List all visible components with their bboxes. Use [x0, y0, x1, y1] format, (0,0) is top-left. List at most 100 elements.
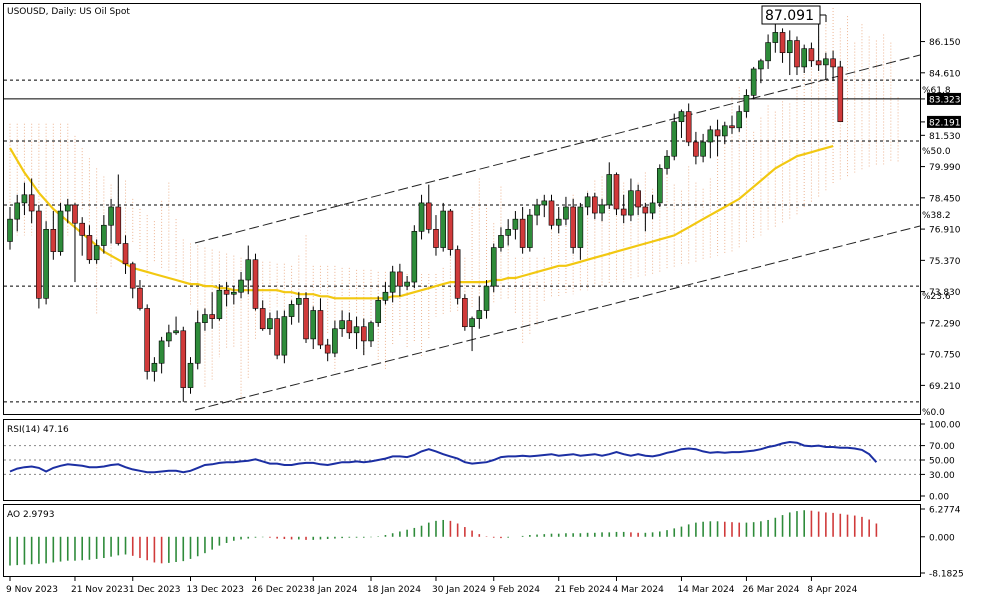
date-tick-label: 30 Jan 2024 — [432, 585, 486, 595]
rsi-tick-label: 50.00 — [929, 457, 955, 467]
bull-candle — [440, 210, 447, 248]
bear-candle — [462, 298, 468, 328]
bull-candle — [512, 218, 519, 230]
bull-candle — [584, 196, 591, 208]
bear-candle — [122, 243, 129, 265]
ao-title: AO 2.9793 — [7, 510, 54, 520]
bear-candle — [685, 111, 692, 143]
bull-candle — [541, 200, 548, 206]
rsi-title: RSI(14) 47.16 — [7, 425, 69, 435]
bear-candle — [519, 218, 526, 248]
date-tick-label: 4 Mar 2024 — [612, 585, 664, 595]
channel-upper-line — [194, 54, 921, 244]
bull-candle — [664, 155, 670, 169]
fib-level-label: %38.2 — [922, 211, 951, 221]
bear-candle — [115, 206, 122, 244]
bear-candle — [642, 206, 649, 214]
bull-candle — [310, 310, 317, 340]
rsi-line — [9, 440, 878, 474]
bear-candle — [794, 40, 800, 68]
bear-candle — [317, 310, 324, 346]
bull-candle — [707, 129, 714, 143]
rsi-panel: 100.00 70.00 50.00 30.00 0.00 — [4, 421, 961, 503]
bull-candle — [14, 202, 21, 220]
bull-candle — [158, 340, 165, 364]
fib-level-label: %50.0 — [922, 147, 951, 157]
bull-candle — [202, 314, 208, 323]
price-tick-label: 70.750 — [929, 351, 961, 361]
bear-candle — [360, 326, 367, 342]
bear-candle — [570, 206, 576, 248]
bear-candle — [252, 259, 259, 309]
bull-candle — [173, 330, 179, 334]
date-tick-label: 26 Dec 2023 — [251, 585, 308, 595]
bear-candle — [79, 222, 85, 236]
bear-candle — [693, 141, 699, 157]
main-pane-frame — [3, 3, 921, 415]
date-tick-label: 21 Nov 2023 — [71, 585, 129, 595]
bull-candle — [534, 204, 540, 216]
bull-candle — [628, 190, 634, 216]
bull-candle — [7, 218, 13, 242]
bull-candle — [353, 326, 360, 334]
bear-candle — [425, 202, 432, 230]
bull-candle — [339, 320, 345, 330]
price-tick-label: 73.830 — [929, 288, 961, 298]
current-price-label: 83.323 — [929, 95, 961, 105]
price-tick-label: 76.910 — [929, 226, 961, 236]
bear-candle — [613, 174, 620, 210]
bear-candle — [815, 60, 822, 66]
bull-candle — [563, 206, 569, 220]
bear-candle — [729, 125, 735, 129]
bear-candle — [620, 208, 627, 216]
ao-tick-label: 6.2774 — [929, 506, 961, 516]
bull-candle — [375, 300, 382, 323]
price-tick-label: 79.990 — [929, 163, 961, 173]
date-tick-label: 1 Dec 2023 — [129, 585, 181, 595]
bull-candle — [671, 121, 678, 157]
bull-candle — [418, 202, 425, 232]
symbol-title: USOUSD, Daily: US Oil Spot — [7, 7, 130, 17]
bull-candle — [288, 304, 295, 317]
price-tick-label: 72.290 — [929, 319, 961, 329]
date-tick-label: 14 Mar 2024 — [677, 585, 734, 595]
bull-candle — [555, 218, 562, 226]
bear-candle — [808, 48, 815, 62]
bear-candle — [137, 287, 143, 309]
bear-candle — [274, 318, 280, 356]
bull-candle — [245, 259, 252, 281]
bull-candle — [527, 214, 533, 248]
bull-candle — [649, 202, 656, 214]
bull-candle — [281, 316, 288, 356]
bull-candle — [505, 228, 511, 236]
bear-candle — [830, 58, 836, 68]
bear-candle — [592, 196, 598, 214]
bear-candle — [129, 263, 136, 289]
bull-candle — [238, 279, 244, 293]
bull-candle — [758, 60, 764, 70]
price-tick-label: 86.150 — [929, 38, 961, 48]
price-tick-label: 81.530 — [929, 132, 961, 142]
date-tick-label: 8 Apr 2024 — [807, 585, 857, 595]
trading-chart[interactable]: %61.8%50.0%38.2%23.6%0.0 86.15084.61083.… — [0, 0, 1000, 600]
bear-candle — [303, 298, 309, 340]
bull-candle — [295, 298, 302, 305]
bear-candle — [223, 289, 230, 295]
bull-candle — [801, 48, 808, 68]
ao-tick-label: -8.1825 — [929, 570, 964, 580]
bull-candle — [823, 58, 829, 66]
bull-candle — [332, 328, 338, 354]
bull-candle — [786, 40, 793, 54]
bull-candle — [231, 291, 237, 295]
bull-candle — [187, 362, 194, 388]
bull-candle — [656, 168, 663, 204]
bear-candle — [28, 194, 35, 212]
bull-candle — [678, 111, 685, 123]
bull-candle — [772, 32, 779, 43]
last-close-label: 82.191 — [929, 118, 961, 128]
bear-candle — [36, 210, 42, 299]
bull-candle — [736, 111, 743, 129]
bull-candle — [57, 210, 64, 252]
fib-level-label: %0.0 — [922, 408, 945, 418]
bull-candle — [368, 322, 374, 342]
